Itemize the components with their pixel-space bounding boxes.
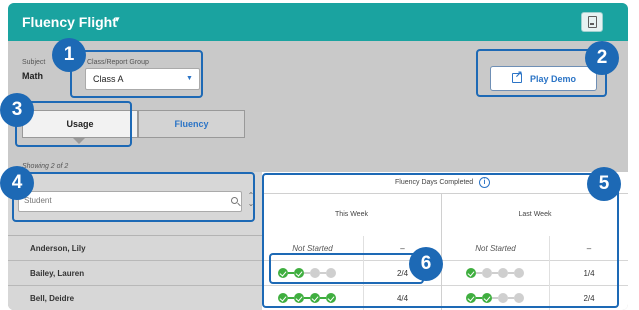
callout-badge-3: 3 (0, 93, 34, 127)
callout-badge-5: 5 (587, 167, 621, 201)
callout-box-fluency (262, 173, 619, 308)
chevron-down-icon[interactable]: ▾ (115, 14, 120, 25)
callout-badge-2: 2 (585, 41, 619, 75)
subject-value: Math (22, 71, 43, 81)
callout-box-progress (269, 253, 424, 284)
callout-badge-4: 4 (0, 166, 34, 200)
tab-fluency-label: Fluency (174, 119, 209, 129)
pdf-export-button[interactable] (581, 12, 603, 32)
student-name[interactable]: Bailey, Lauren (8, 261, 262, 286)
pdf-icon (588, 16, 597, 28)
callout-badge-1: 1 (52, 38, 86, 72)
callout-box-search (12, 172, 255, 222)
tab-fluency[interactable]: Fluency (138, 110, 245, 138)
showing-count: Showing 2 of 2 (22, 163, 69, 170)
app-header: Fluency Flight ▾ (8, 3, 628, 41)
subject-label: Subject (22, 59, 46, 66)
callout-box-group (70, 50, 203, 98)
student-name[interactable]: Anderson, Lily (8, 236, 262, 261)
student-name[interactable]: Bell, Deidre (8, 286, 262, 310)
app-title[interactable]: Fluency Flight (22, 14, 117, 30)
callout-badge-6: 6 (409, 247, 443, 281)
